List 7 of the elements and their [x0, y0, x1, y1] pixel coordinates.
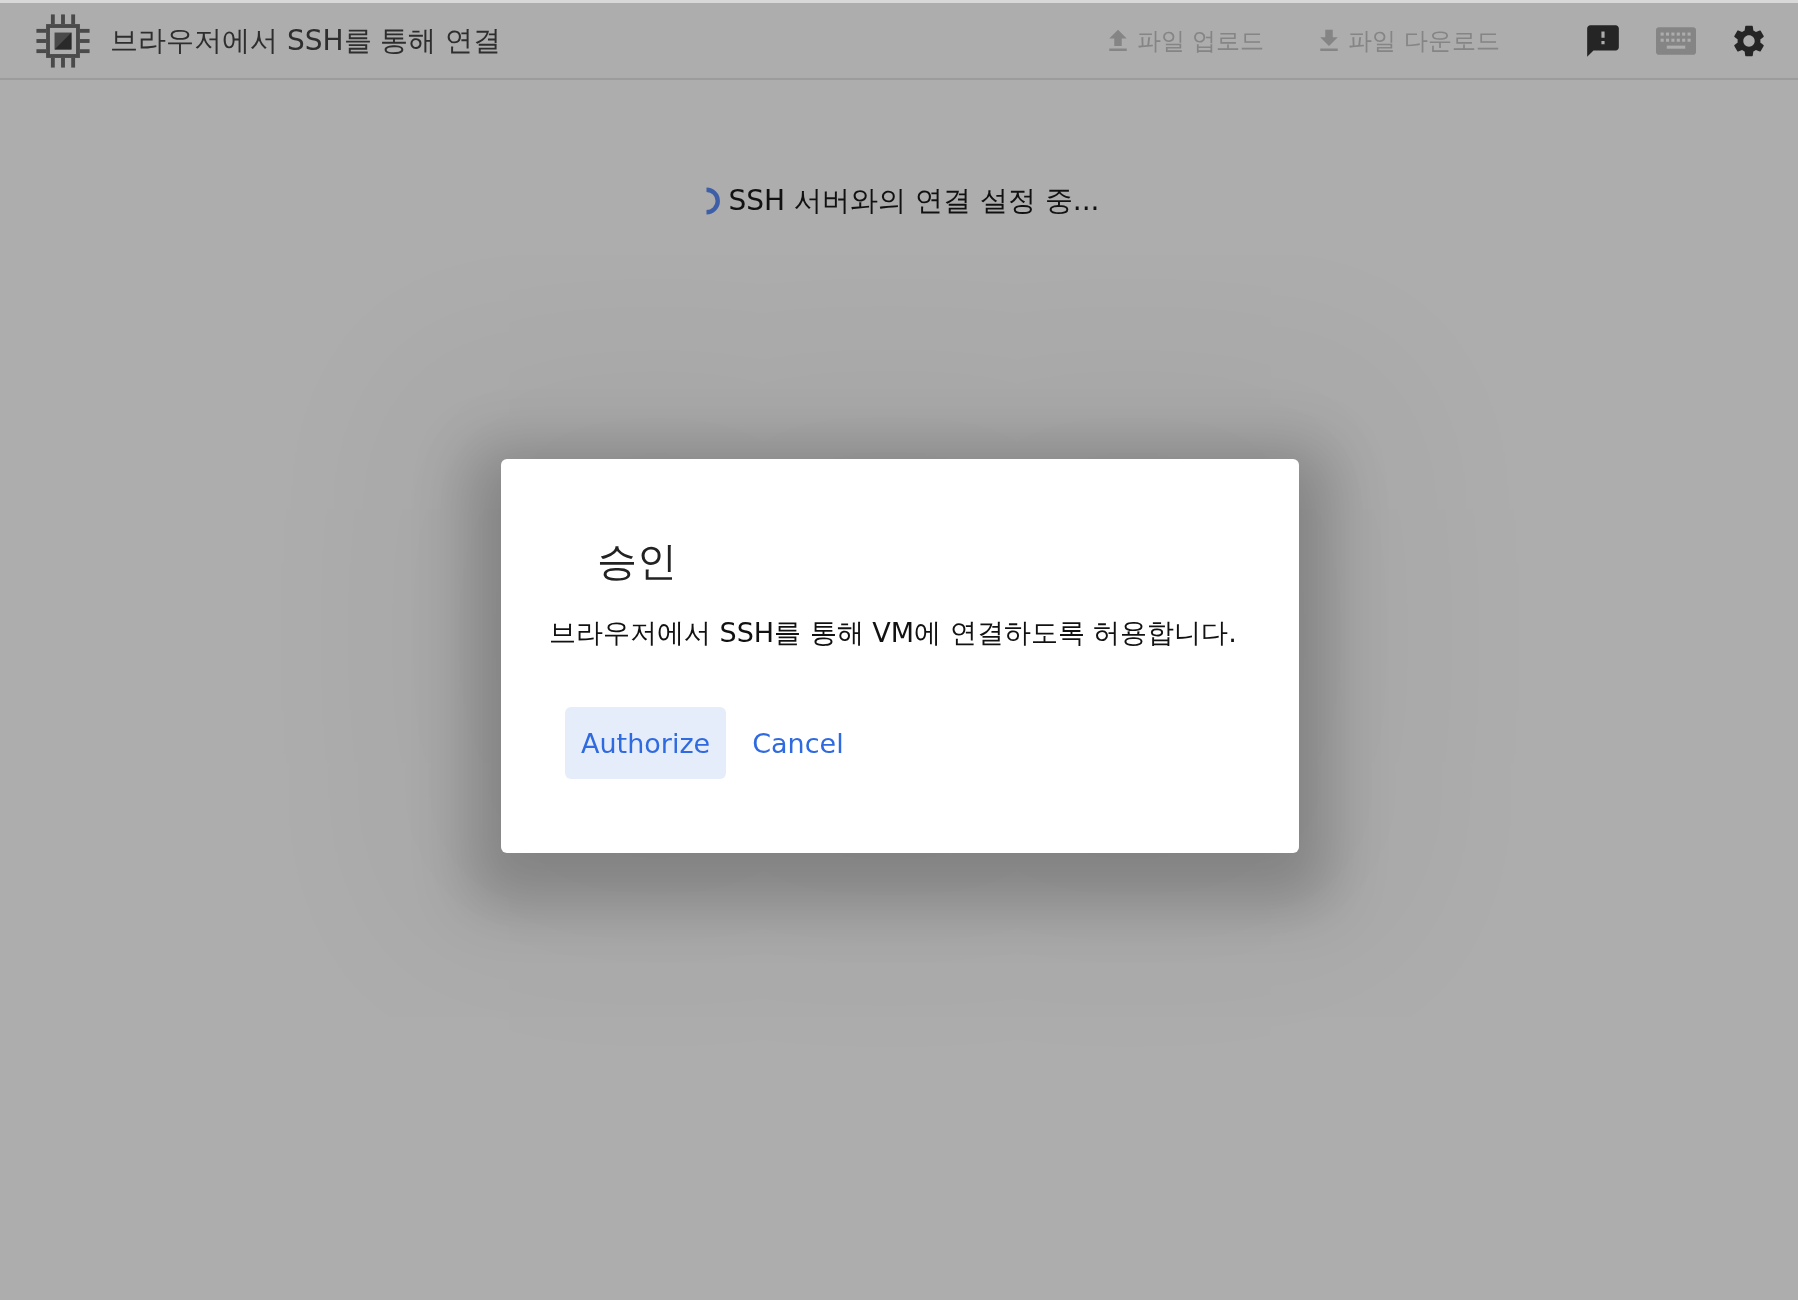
dialog-message: 브라우저에서 SSH를 통해 VM에 연결하도록 허용합니다. — [549, 616, 1238, 650]
dialog-title: 승인 — [597, 537, 678, 585]
authorize-button[interactable]: Authorize — [565, 707, 727, 779]
cancel-button[interactable]: Cancel — [736, 707, 860, 779]
chip-icon — [34, 11, 92, 70]
window-title: 브라우저에서 SSH를 통해 연결 — [110, 22, 502, 59]
status-text: SSH 서버와의 연결 설정 중... — [728, 183, 1100, 219]
